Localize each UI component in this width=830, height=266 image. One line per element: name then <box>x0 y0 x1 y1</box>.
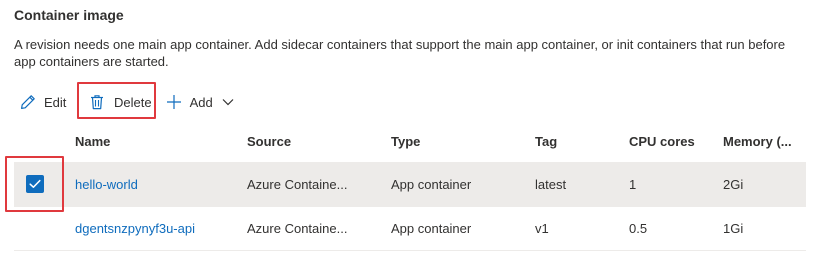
section-title: Container image <box>14 7 124 23</box>
column-header-type[interactable]: Type <box>391 120 531 162</box>
column-header-tag[interactable]: Tag <box>535 120 615 162</box>
pencil-icon <box>20 94 36 110</box>
checkmark-icon <box>29 177 41 192</box>
plus-icon <box>166 94 182 110</box>
cell-memory: 2Gi <box>723 177 744 192</box>
table-row[interactable]: hello-world Azure Containe... App contai… <box>14 163 806 207</box>
table-row[interactable]: dgentsnzpynyf3u-api Azure Containe... Ap… <box>14 207 806 251</box>
cell-memory: 1Gi <box>723 221 744 236</box>
containers-table: Name Source Type Tag CPU cores Memory (.… <box>14 120 806 251</box>
cell-tag: v1 <box>535 221 549 236</box>
edit-label: Edit <box>44 94 67 110</box>
row-checkbox[interactable] <box>26 175 46 195</box>
cell-cpu-cores: 1 <box>629 177 637 192</box>
chevron-down-icon <box>222 98 234 106</box>
column-header-source[interactable]: Source <box>247 120 377 162</box>
command-bar: Edit Delete Add <box>20 88 234 116</box>
table-header-row: Name Source Type Tag CPU cores Memory (.… <box>14 120 806 163</box>
column-header-memory[interactable]: Memory (... <box>723 120 806 162</box>
add-button[interactable]: Add <box>166 88 234 116</box>
section-description: A revision needs one main app container.… <box>14 37 786 69</box>
cell-type: App container <box>391 177 472 192</box>
column-header-name[interactable]: Name <box>75 120 235 162</box>
edit-button[interactable]: Edit <box>20 88 72 116</box>
delete-label: Delete <box>114 94 152 110</box>
cell-source: Azure Containe... <box>247 221 348 236</box>
container-name-link[interactable]: dgentsnzpynyf3u-api <box>75 221 195 236</box>
column-header-cpu-cores[interactable]: CPU cores <box>629 120 719 162</box>
cell-tag: latest <box>535 177 567 192</box>
add-label: Add <box>189 94 213 110</box>
cell-cpu-cores: 0.5 <box>629 221 648 236</box>
checkbox-checked <box>26 175 44 193</box>
cell-name: hello-world <box>75 163 235 206</box>
delete-button[interactable]: Delete <box>84 88 160 116</box>
cell-type: App container <box>391 221 472 236</box>
cell-name: dgentsnzpynyf3u-api <box>75 207 235 250</box>
container-name-link[interactable]: hello-world <box>75 177 138 192</box>
cell-source: Azure Containe... <box>247 177 348 192</box>
trash-icon <box>90 94 104 110</box>
